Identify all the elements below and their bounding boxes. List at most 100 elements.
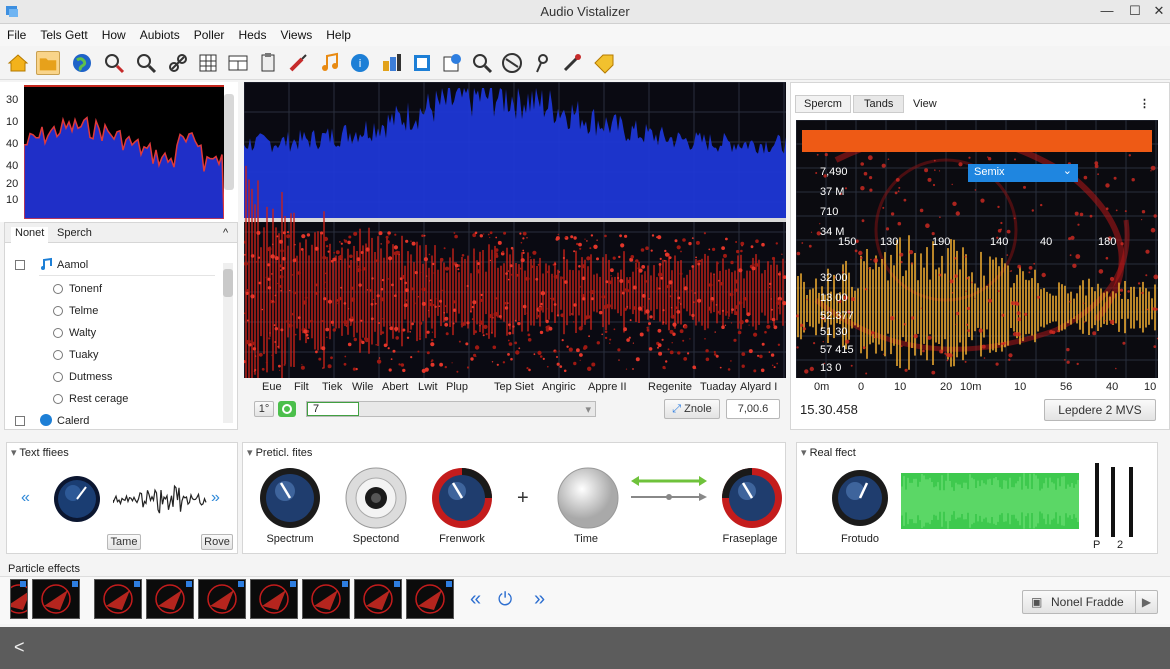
timeline-slider[interactable]: 7 ▾ — [306, 401, 596, 417]
layout-icon[interactable] — [226, 51, 250, 75]
tag-icon[interactable] — [592, 51, 616, 75]
text-effect-knob[interactable] — [53, 475, 101, 523]
minimize-button[interactable]: — — [1096, 2, 1118, 20]
preset-select[interactable]: ▣ Nonel Fradde ▶ — [1022, 590, 1158, 614]
frame-icon[interactable] — [410, 51, 434, 75]
particle-preset-thumbnail[interactable] — [302, 579, 350, 619]
globe-icon[interactable] — [70, 51, 94, 75]
particle-preset-thumbnail[interactable] — [354, 579, 402, 619]
fader-2a[interactable] — [1111, 467, 1115, 537]
frotudo-knob[interactable] — [831, 469, 889, 527]
update-button[interactable]: Lepdere 2 MVS — [1044, 399, 1156, 421]
power-icon[interactable]: ⏻ — [498, 589, 512, 610]
globe-info-icon[interactable]: i — [348, 51, 372, 75]
magnify-icon[interactable] — [470, 51, 494, 75]
menu-poller[interactable]: Poller — [187, 24, 232, 42]
folder-icon[interactable] — [36, 51, 60, 75]
loop-toggle-icon[interactable] — [278, 401, 296, 417]
frenwork-knob[interactable] — [431, 467, 493, 529]
real-effect-header[interactable]: ▾ Real ffect — [801, 446, 856, 459]
prev-icon[interactable]: « — [470, 588, 481, 611]
effect-dropdown[interactable]: Semix ⌄ — [968, 164, 1078, 182]
collapse-button[interactable]: ^ — [223, 227, 228, 239]
root2-checkbox[interactable] — [15, 416, 25, 426]
particle-fx-header[interactable]: ▾ Preticl. fites — [247, 446, 312, 459]
particle-preset-thumbnail[interactable] — [4, 579, 34, 619]
tab-spercm[interactable]: Spercm — [795, 95, 851, 113]
tab-tands[interactable]: Tands — [853, 95, 905, 113]
fader-p[interactable] — [1095, 463, 1099, 537]
particle-preset-thumbnail[interactable] — [406, 579, 454, 619]
radio-walty[interactable] — [53, 328, 63, 338]
pin-icon[interactable] — [530, 51, 554, 75]
rove-button[interactable]: Rove — [201, 534, 233, 550]
particle-dot — [1008, 358, 1011, 361]
share-icon[interactable] — [440, 51, 464, 75]
spectrum-knob[interactable] — [259, 467, 321, 529]
radio-telme[interactable] — [53, 306, 63, 316]
music-note-icon[interactable] — [318, 51, 342, 75]
prev-arrows-icon[interactable]: « — [21, 489, 30, 507]
tab-sperch[interactable]: Sperch — [57, 227, 92, 239]
zoom-icon[interactable] — [134, 51, 158, 75]
tree-scrollbar[interactable] — [223, 263, 233, 423]
menu-aubiots[interactable]: Aubiots — [133, 24, 187, 42]
particle-preset-thumbnail[interactable] — [32, 579, 80, 619]
pen-icon[interactable] — [560, 51, 584, 75]
tree-child-label[interactable]: Telme — [69, 305, 98, 317]
menu-heds[interactable]: Heds — [231, 24, 273, 42]
tree-child-label[interactable]: Tuaky — [69, 349, 99, 361]
tree-child-label[interactable]: Tonenf — [69, 283, 102, 295]
radio-rest-cerage[interactable] — [53, 394, 63, 404]
speed-button[interactable]: 1° — [254, 401, 274, 417]
palette-icon[interactable] — [380, 51, 404, 75]
radio-dutmess[interactable] — [53, 372, 63, 382]
radio-tuaky[interactable] — [53, 350, 63, 360]
back-icon[interactable]: < — [14, 637, 25, 658]
particle-preset-thumbnail[interactable] — [198, 579, 246, 619]
tree-child-label[interactable]: Dutmess — [69, 371, 112, 383]
radio-tonenf[interactable] — [53, 284, 63, 294]
clipboard-icon[interactable] — [256, 51, 280, 75]
link-icon[interactable] — [166, 51, 190, 75]
search-icon[interactable] — [102, 51, 126, 75]
particle-preset-thumbnail[interactable] — [146, 579, 194, 619]
tree-root-label[interactable]: Aamol — [57, 259, 88, 271]
brush-icon[interactable] — [286, 51, 310, 75]
particle-preset-thumbnail[interactable] — [94, 579, 142, 619]
disc-icon[interactable] — [500, 51, 524, 75]
fraseplage-knob[interactable] — [721, 467, 783, 529]
maximize-button[interactable]: ☐ — [1124, 2, 1146, 20]
tame-button[interactable]: Tame — [107, 534, 141, 550]
grid-icon[interactable] — [196, 51, 220, 75]
zoom-button[interactable]: ⤢ Znole — [664, 399, 720, 419]
spectond-knob[interactable] — [345, 467, 407, 529]
time-knob[interactable] — [557, 467, 619, 529]
menu-views[interactable]: Views — [273, 24, 319, 42]
particle-dot — [421, 234, 424, 237]
close-button[interactable]: ✕ — [1148, 2, 1170, 20]
menu-help[interactable]: Help — [319, 24, 358, 42]
plus-icon[interactable]: + — [517, 487, 529, 510]
timeline-arrow[interactable]: ▾ — [585, 403, 591, 416]
tab-nonet[interactable]: Nonet — [11, 227, 49, 244]
tree-child-label[interactable]: Rest cerage — [69, 393, 128, 405]
tree-root-label[interactable]: Calerd — [57, 415, 89, 427]
home-icon[interactable] — [6, 51, 30, 75]
arrow-slider-icon[interactable] — [629, 471, 709, 507]
menu-file[interactable]: File — [0, 24, 33, 42]
fader-2b[interactable] — [1129, 467, 1133, 537]
value-box[interactable]: 7,00.6 — [726, 399, 780, 419]
tab-view[interactable]: View — [913, 98, 937, 110]
text-effects-header[interactable]: ▾ Text ffiees — [11, 446, 69, 459]
menu-tels-gett[interactable]: Tels Gett — [33, 24, 94, 42]
tree-child-label[interactable]: Walty — [69, 327, 96, 339]
play-icon[interactable]: ▶ — [1135, 591, 1157, 613]
mini-scrollbar[interactable] — [224, 94, 234, 190]
menu-how[interactable]: How — [95, 24, 133, 42]
next-arrows-icon[interactable]: » — [211, 489, 220, 507]
root-checkbox[interactable] — [15, 260, 25, 270]
particle-preset-thumbnail[interactable] — [250, 579, 298, 619]
next-icon[interactable]: » — [534, 588, 545, 611]
more-menu-icon[interactable]: ⋮ — [1139, 97, 1150, 110]
